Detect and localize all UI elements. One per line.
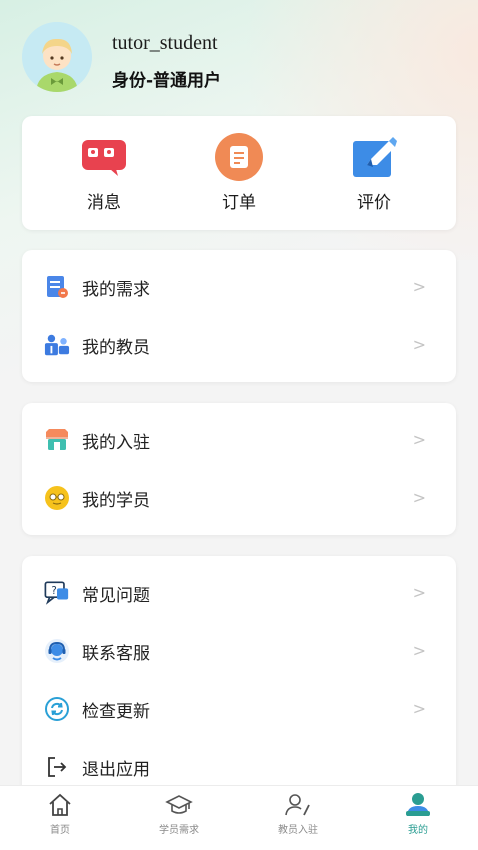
chevron-right-icon: >: [412, 488, 426, 507]
menu-item-my-enrollment[interactable]: 我的入驻 >: [22, 411, 456, 469]
menu-label: 我的学员: [82, 491, 150, 511]
menu-item-check-update[interactable]: 检查更新 >: [22, 680, 456, 738]
menu-item-faq[interactable]: ? 常见问题 >: [22, 564, 456, 622]
tab-profile[interactable]: 我的: [368, 792, 468, 836]
tab-label: 我的: [408, 825, 428, 836]
messages-label: 消息: [87, 193, 121, 213]
menu-item-customer-service[interactable]: 联系客服 >: [22, 622, 456, 680]
tutors-icon: [44, 332, 70, 358]
bottom-tab-bar: 首页 学员需求 教员入驻 我的: [0, 785, 478, 850]
menu-item-my-requirements[interactable]: 我的需求 >: [22, 258, 456, 316]
orders-button[interactable]: 订单: [184, 133, 294, 213]
store-icon: [44, 427, 70, 453]
chevron-right-icon: >: [412, 641, 426, 660]
menu-group-enrollment: 我的入驻 > 我的学员 >: [22, 403, 456, 535]
menu-label: 我的需求: [82, 280, 150, 300]
tab-label: 首页: [50, 825, 70, 836]
customer-service-icon: [44, 638, 70, 664]
menu-label: 退出应用: [82, 760, 150, 780]
user-role: 身份-普通用户: [112, 71, 222, 91]
reviews-button[interactable]: 评价: [319, 134, 429, 213]
tab-label: 教员入驻: [278, 825, 318, 836]
messages-button[interactable]: 消息: [49, 134, 159, 213]
home-icon: [46, 792, 74, 818]
refresh-icon: [44, 696, 70, 722]
menu-item-my-tutors[interactable]: 我的教员 >: [22, 316, 456, 374]
menu-item-my-students[interactable]: 我的学员 >: [22, 469, 456, 527]
menu-label: 我的入驻: [82, 433, 150, 453]
profile-header[interactable]: tutor_student 身份-普通用户: [22, 22, 462, 92]
chevron-right-icon: >: [412, 430, 426, 449]
profile-icon: [404, 792, 432, 818]
tab-tutor-join[interactable]: 教员入驻: [248, 792, 348, 836]
menu-label: 联系客服: [82, 644, 150, 664]
faq-icon: ?: [44, 580, 70, 606]
requirements-icon: [44, 274, 70, 300]
tab-student-requests[interactable]: 学员需求: [129, 792, 229, 836]
menu-group-support: ? 常见问题 > 联系客服 > 检查更新 > 退出应用: [22, 556, 456, 796]
orders-label: 订单: [222, 193, 256, 213]
tab-home[interactable]: 首页: [10, 792, 110, 836]
logout-icon: [44, 754, 70, 780]
message-icon: [79, 134, 129, 180]
quick-actions-card: 消息 订单 评价: [22, 116, 456, 230]
menu-group-requirements: 我的需求 > 我的教员 >: [22, 250, 456, 382]
svg-text:?: ?: [51, 586, 56, 597]
chevron-right-icon: >: [412, 335, 426, 354]
reviews-label: 评价: [357, 193, 391, 213]
student-icon: [44, 485, 70, 511]
tab-label: 学员需求: [159, 825, 199, 836]
chevron-right-icon: >: [412, 277, 426, 296]
menu-label: 常见问题: [82, 586, 150, 606]
username: tutor_student: [112, 32, 218, 54]
menu-label: 检查更新: [82, 702, 150, 722]
menu-label: 我的教员: [82, 338, 150, 358]
review-icon: [349, 134, 399, 180]
graduation-cap-icon: [165, 792, 193, 818]
order-icon: [214, 133, 264, 181]
avatar[interactable]: [22, 22, 92, 92]
tutor-join-icon: [284, 792, 312, 818]
chevron-right-icon: >: [412, 583, 426, 602]
chevron-right-icon: >: [412, 699, 426, 718]
